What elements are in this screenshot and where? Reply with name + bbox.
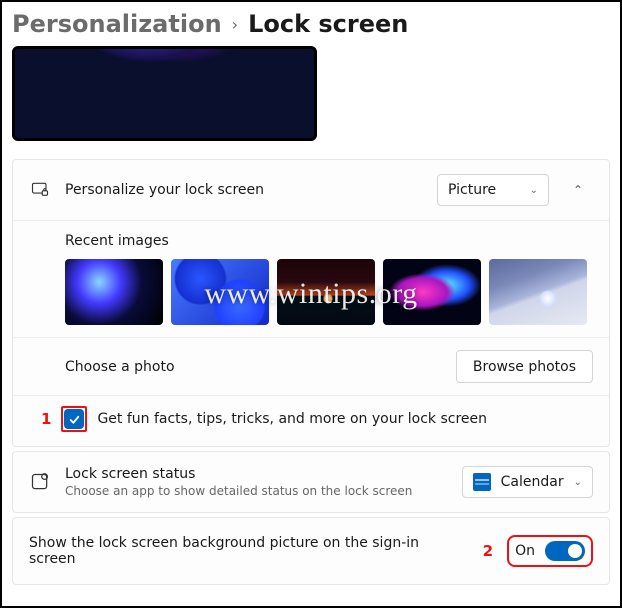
toggle-state-label: On (515, 543, 535, 559)
chevron-up-icon: ⌃ (573, 183, 583, 197)
choose-photo-row: Choose a photo Browse photos (13, 337, 609, 395)
chevron-right-icon: › (232, 15, 238, 34)
annotation-box-1 (61, 406, 87, 432)
annotation-number-1: 1 (41, 410, 51, 428)
recent-images-row (65, 259, 593, 325)
picture-lock-icon (29, 179, 51, 201)
personalize-header: Personalize your lock screen Picture ⌄ ⌃ (13, 160, 609, 220)
browse-photos-button[interactable]: Browse photos (456, 350, 593, 383)
annotation-number-2: 2 (483, 542, 493, 560)
fun-facts-row: 1 Get fun facts, tips, tricks, and more … (13, 395, 609, 446)
annotation-box-2: On (507, 535, 593, 567)
personalize-title: Personalize your lock screen (65, 182, 423, 198)
breadcrumb: Personalization › Lock screen (12, 4, 610, 46)
background-type-value: Picture (448, 182, 496, 198)
choose-photo-label: Choose a photo (65, 359, 175, 375)
preview-artwork (15, 46, 314, 108)
status-card: Lock screen status Choose an app to show… (12, 451, 610, 513)
personalize-card: Personalize your lock screen Picture ⌄ ⌃… (12, 159, 610, 447)
fun-facts-label: Get fun facts, tips, tricks, and more on… (97, 411, 487, 427)
recent-images-section: Recent images (13, 220, 609, 337)
status-subtitle: Choose an app to show detailed status on… (65, 484, 448, 498)
status-app-value: Calendar (501, 474, 564, 490)
recent-image-thumb[interactable] (65, 259, 163, 325)
status-title: Lock screen status (65, 466, 448, 482)
recent-image-thumb[interactable] (489, 259, 587, 325)
chevron-down-icon: ⌄ (530, 185, 538, 196)
status-app-select[interactable]: Calendar ⌄ (462, 466, 593, 498)
fun-facts-checkbox[interactable] (64, 409, 84, 429)
recent-image-thumb[interactable] (171, 259, 269, 325)
recent-image-thumb[interactable] (383, 259, 481, 325)
chevron-down-icon: ⌄ (574, 477, 582, 488)
recent-image-thumb[interactable] (277, 259, 375, 325)
breadcrumb-parent[interactable]: Personalization (12, 10, 222, 38)
background-type-select[interactable]: Picture ⌄ (437, 174, 549, 206)
signin-picture-toggle[interactable] (545, 541, 585, 561)
browse-photos-label: Browse photos (473, 359, 576, 375)
signin-picture-row: Show the lock screen background picture … (12, 517, 610, 585)
breadcrumb-current: Lock screen (248, 10, 408, 38)
lock-screen-preview (12, 46, 317, 141)
collapse-button[interactable]: ⌃ (563, 175, 593, 205)
status-header: Lock screen status Choose an app to show… (13, 452, 609, 512)
calendar-icon (473, 473, 491, 491)
status-icon (29, 471, 51, 493)
recent-images-label: Recent images (65, 233, 593, 249)
signin-picture-label: Show the lock screen background picture … (29, 535, 469, 567)
